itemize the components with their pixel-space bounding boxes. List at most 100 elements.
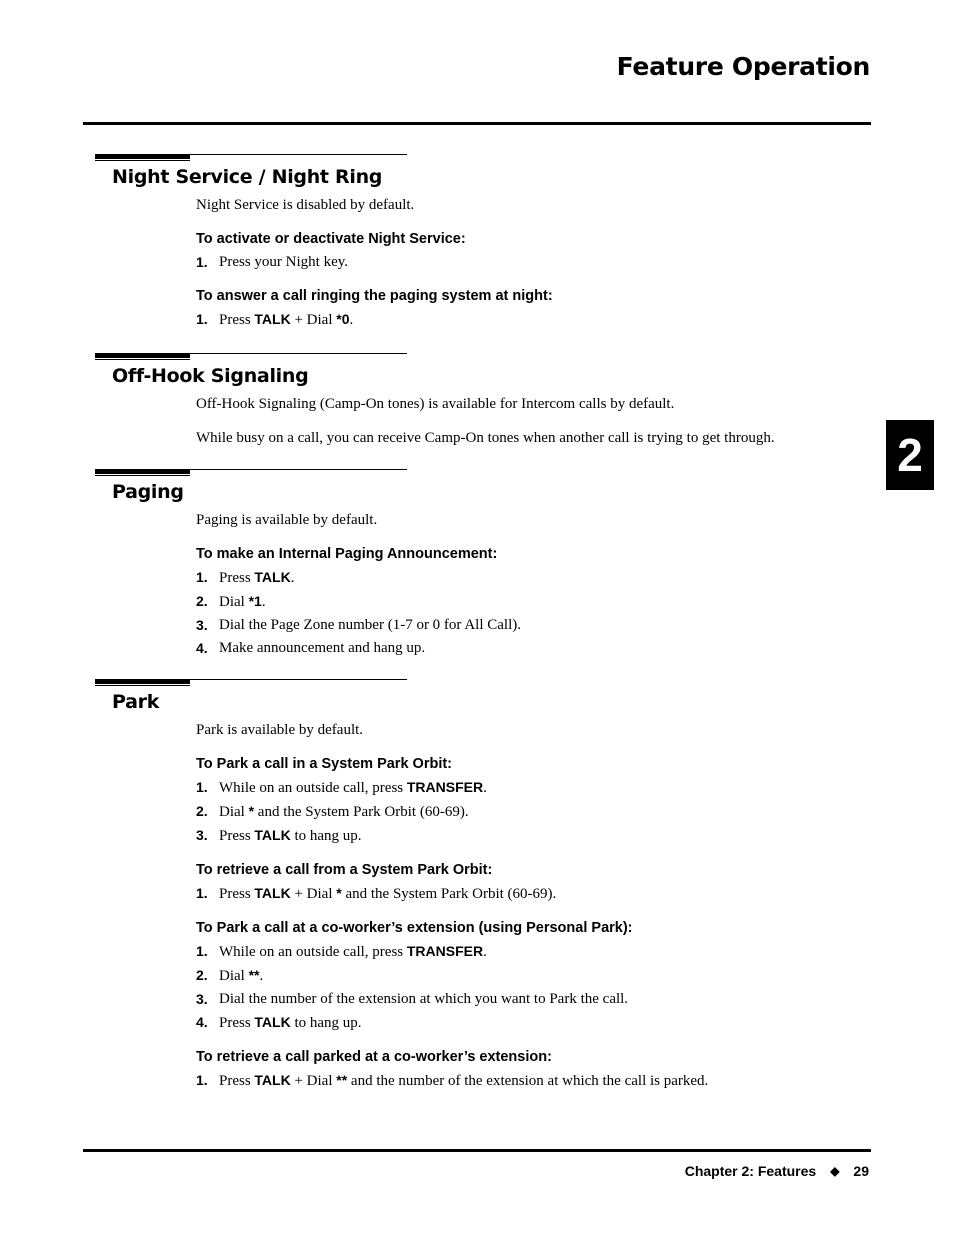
step-text: Press your Night key. xyxy=(219,253,348,271)
step-item: 1. Press TALK + Dial ** and the number of… xyxy=(196,1071,875,1090)
key-name: TALK xyxy=(254,1072,291,1088)
step-number: 1. xyxy=(196,779,208,795)
step-item: 1. While on an outside call, press TRANSF… xyxy=(196,942,875,961)
text-run: to hang up. xyxy=(290,1015,362,1031)
step-item: 2. Dial **. xyxy=(196,966,875,985)
section: Off-Hook Signaling Off-Hook Signaling (Ca… xyxy=(95,353,875,447)
step-item: 4. Make announcement and hang up. xyxy=(196,639,875,657)
key-name: TALK xyxy=(254,311,291,327)
step-text: Dial **. xyxy=(219,966,263,985)
section: Park Park is available by default. To Park… xyxy=(95,679,875,1090)
step-number: 3. xyxy=(196,991,208,1007)
procedure-heading: To Park a call at a co-worker’s extensio… xyxy=(196,920,633,936)
key-name: TRANSFER xyxy=(406,779,484,795)
section-body: Night Service is disabled by default. To … xyxy=(196,196,875,329)
text-run: While on an outside call, press xyxy=(219,944,407,960)
step-number: 1. xyxy=(196,943,208,959)
step-number: 1. xyxy=(196,1072,208,1088)
paragraph: Night Service is disabled by default. xyxy=(196,197,415,213)
step-number: 3. xyxy=(196,827,208,843)
step-text: While on an outside call, press TRANSFER… xyxy=(219,778,487,797)
step-item: 1. Press TALK + Dial *0. xyxy=(196,310,875,329)
step-item: 2. Dial * and the System Park Orbit (60-6… xyxy=(196,802,875,821)
step-number: 1. xyxy=(196,885,208,901)
step-text: Press TALK + Dial * and the System Park … xyxy=(219,884,556,903)
text-run: Dial the Page Zone number (1-7 or 0 for … xyxy=(219,617,522,633)
step-number: 4. xyxy=(196,1014,208,1030)
step-text: Press TALK to hang up. xyxy=(219,826,362,845)
text-run: and the number of the extension at which… xyxy=(347,1073,709,1089)
procedure-heading: To Park a call in a System Park Orbit: xyxy=(196,756,453,772)
paragraph: While busy on a call, you can receive Ca… xyxy=(196,430,775,446)
text-run: Press xyxy=(219,828,255,844)
text-run: Press xyxy=(219,1073,255,1089)
step-text: Dial the Page Zone number (1-7 or 0 for … xyxy=(219,616,521,634)
key-name: TALK xyxy=(254,827,291,843)
footer: Chapter 2: Features ◆ 29 xyxy=(685,1163,869,1179)
step-item: 3. Press TALK to hang up. xyxy=(196,826,875,845)
text-run: + Dial xyxy=(290,312,337,328)
text-run: . xyxy=(259,968,264,984)
text-run: . xyxy=(290,570,295,586)
step-number: 3. xyxy=(196,617,208,633)
section-body: Off-Hook Signaling (Camp-On tones) is av… xyxy=(196,395,875,447)
text-run: Press xyxy=(219,886,255,902)
paragraph: Paging is available by default. xyxy=(196,512,378,528)
text-run: and the System Park Orbit (60-69). xyxy=(254,804,469,820)
step-item: 1. Press TALK + Dial * and the System Par… xyxy=(196,884,875,903)
procedure-heading: To retrieve a call parked at a co-worker… xyxy=(196,1049,552,1065)
key-name: TALK xyxy=(254,885,291,901)
key-name: TRANSFER xyxy=(406,943,484,959)
text-run: Press xyxy=(219,570,255,586)
procedure-heading: To answer a call ringing the paging syst… xyxy=(196,288,553,304)
text-run: Dial xyxy=(219,804,249,820)
text-run: Dial xyxy=(219,594,249,610)
section-title: Night Service / Night Ring xyxy=(112,166,383,188)
step-text: Dial the number of the extension at whic… xyxy=(219,990,628,1008)
section-title: Paging xyxy=(112,481,184,503)
step-item: 1. While on an outside call, press TRANSF… xyxy=(196,778,875,797)
section-rule xyxy=(95,469,875,477)
chapter-tab: 2 xyxy=(886,420,934,490)
key-name: *0 xyxy=(336,311,350,327)
diamond-icon: ◆ xyxy=(830,1164,840,1178)
text-run: . xyxy=(261,594,266,610)
step-text: While on an outside call, press TRANSFER… xyxy=(219,942,487,961)
step-item: 4. Press TALK to hang up. xyxy=(196,1013,875,1032)
text-run: Dial the number of the extension at whic… xyxy=(219,991,629,1007)
procedure-heading: To activate or deactivate Night Service: xyxy=(196,231,466,247)
paragraph: Off-Hook Signaling (Camp-On tones) is av… xyxy=(196,396,675,412)
step-text: Dial * and the System Park Orbit (60-69)… xyxy=(219,802,469,821)
step-text: Press TALK + Dial ** and the number of t… xyxy=(219,1071,708,1090)
step-text: Dial *1. xyxy=(219,592,266,611)
text-run: + Dial xyxy=(290,1073,337,1089)
section-body: Park is available by default. To Park a c… xyxy=(196,721,875,1090)
section-title: Park xyxy=(112,691,160,713)
step-item: 1. Press TALK. xyxy=(196,568,875,587)
step-text: Press TALK. xyxy=(219,568,294,587)
step-item: 1. Press your Night key. xyxy=(196,253,875,271)
step-text: Press TALK + Dial *0. xyxy=(219,310,353,329)
text-run: While on an outside call, press xyxy=(219,780,407,796)
procedure-heading: To retrieve a call from a System Park Or… xyxy=(196,862,493,878)
section: Night Service / Night Ring Night Service … xyxy=(95,154,875,329)
step-number: 2. xyxy=(196,803,208,819)
header-rule xyxy=(83,122,871,125)
text-run: . xyxy=(349,312,354,328)
key-name: *1 xyxy=(248,593,262,609)
text-run: Make announcement and hang up. xyxy=(219,640,426,656)
text-run: Press xyxy=(219,312,255,328)
step-number: 1. xyxy=(196,311,208,327)
text-run: Press xyxy=(219,1015,255,1031)
step-item: 2. Dial *1. xyxy=(196,592,875,611)
step-number: 2. xyxy=(196,593,208,609)
footer-rule xyxy=(83,1149,871,1152)
procedure-heading: To make an Internal Paging Announcement: xyxy=(196,546,498,562)
section-title: Off-Hook Signaling xyxy=(112,365,309,387)
paragraph: Park is available by default. xyxy=(196,722,364,738)
key-name: ** xyxy=(248,967,260,983)
text-run: Press your Night key. xyxy=(219,254,349,270)
step-number: 1. xyxy=(196,569,208,585)
step-number: 4. xyxy=(196,640,208,656)
step-item: 3. Dial the number of the extension at wh… xyxy=(196,990,875,1008)
